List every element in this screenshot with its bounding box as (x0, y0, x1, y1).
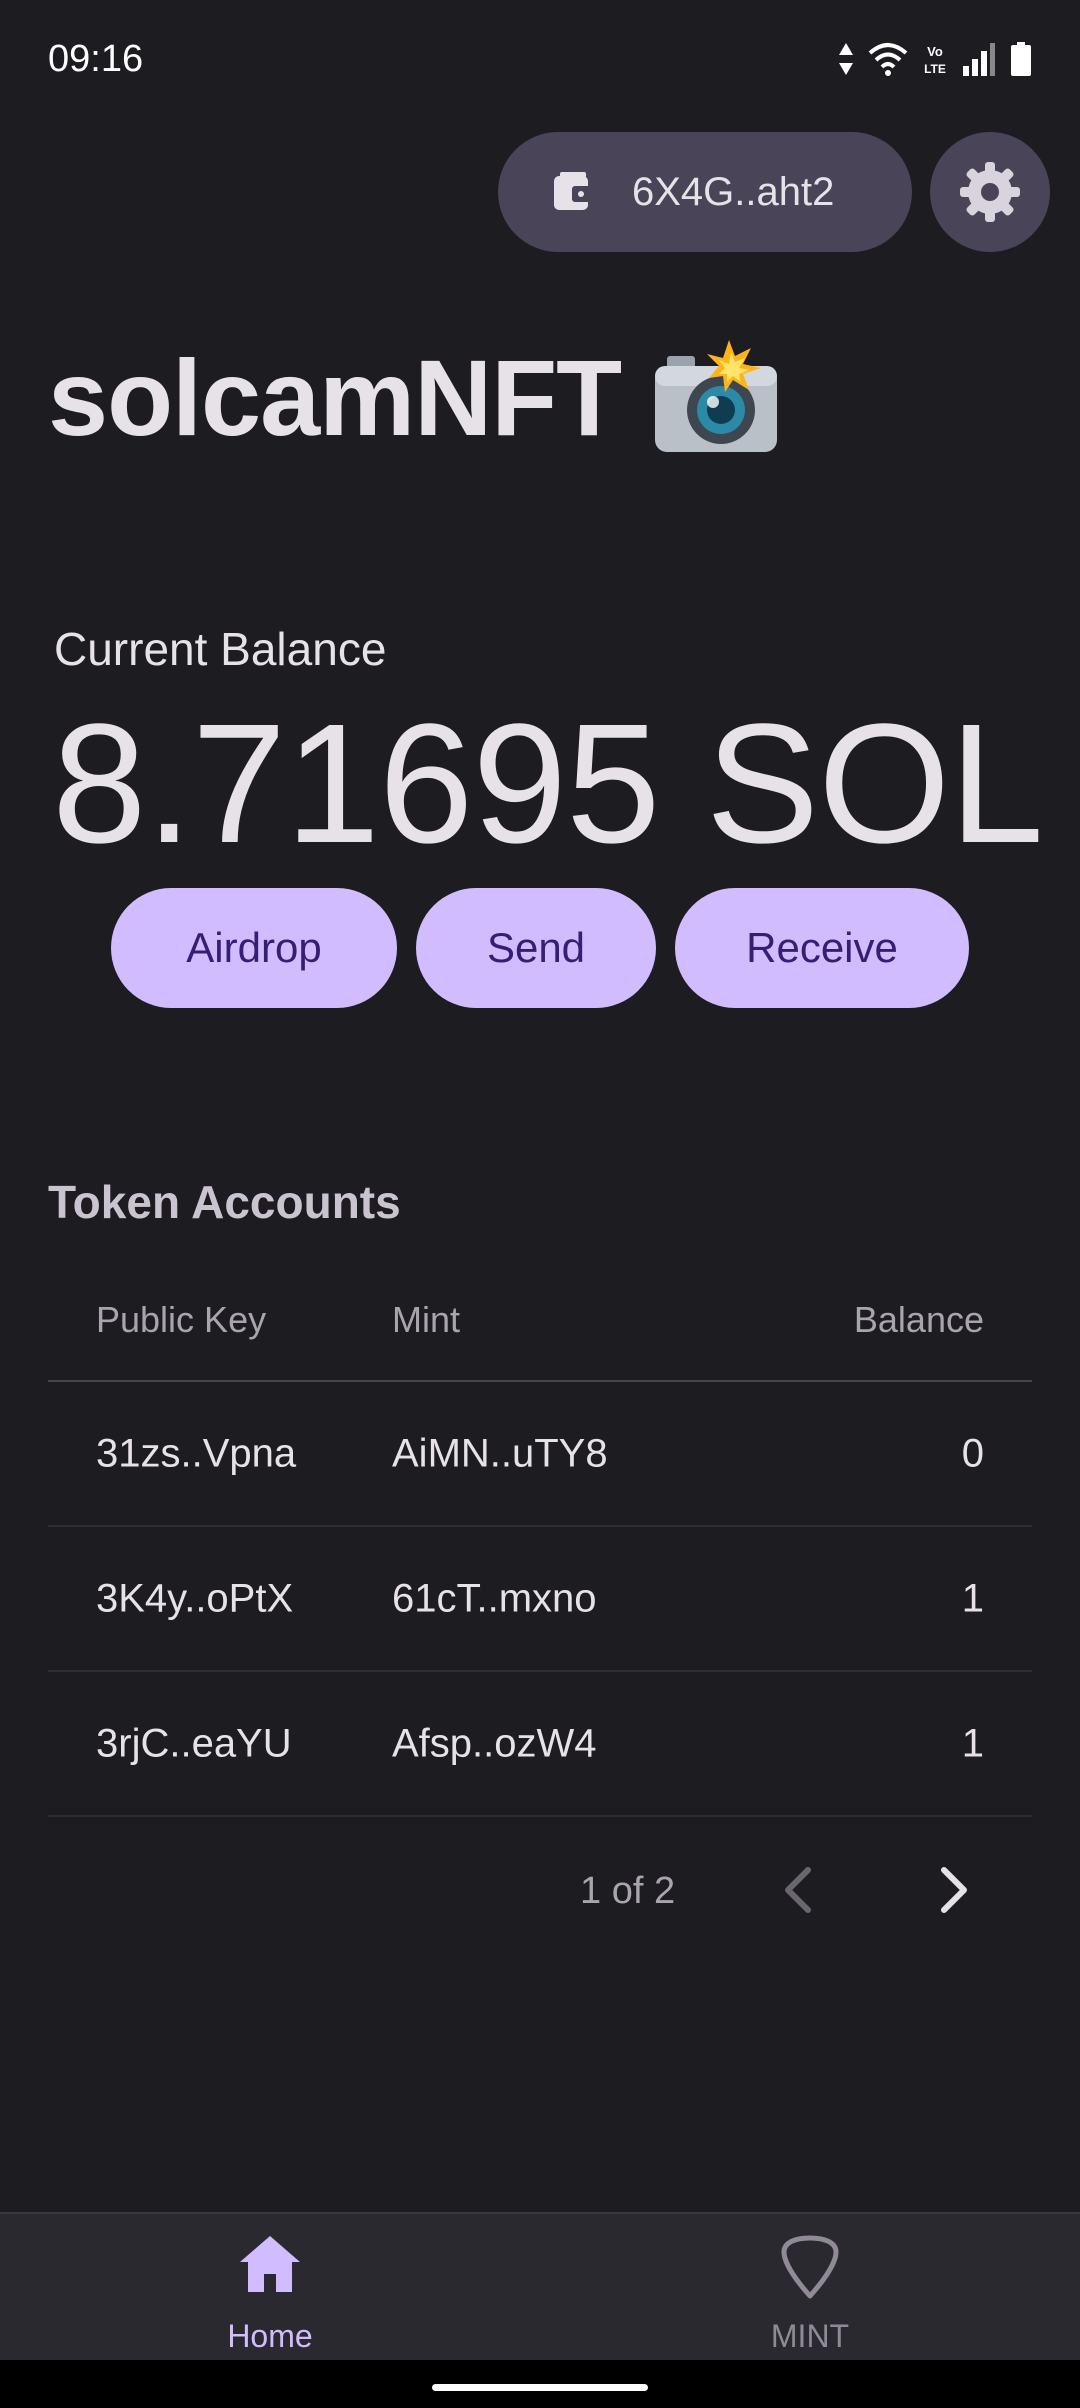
volte-icon: Vo LTE (924, 44, 946, 76)
status-time: 09:16 (48, 38, 144, 80)
row-public-key: 31zs..Vpna (96, 1431, 297, 1475)
wifi-icon (868, 43, 908, 76)
receive-button[interactable]: Receive (675, 888, 969, 1008)
column-header-balance: Balance (853, 1299, 984, 1340)
bottom-navigation: Home MINT (0, 2212, 1080, 2362)
svg-text:Vo: Vo (927, 44, 943, 59)
wallet-address-button[interactable]: 6X4G..aht2 (498, 132, 912, 252)
token-accounts-table: Public Key Mint Balance 31zs..Vpna AiMN.… (48, 1260, 1032, 1817)
pick-icon (781, 2235, 839, 2299)
row-public-key: 3K4y..oPtX (96, 1576, 294, 1620)
balance-label: Current Balance (54, 623, 387, 675)
balance-value: 8.71695 SOL (52, 689, 1044, 879)
airdrop-button[interactable]: Airdrop (111, 888, 397, 1008)
send-button[interactable]: Send (416, 888, 656, 1008)
row-mint: Afsp..ozW4 (392, 1721, 597, 1765)
status-bar: 09:16 Vo LTE (0, 0, 1080, 120)
nav-item-mint[interactable]: MINT (540, 2214, 1080, 2362)
row-public-key: 3rjC..eaYU (96, 1721, 292, 1765)
camera-flash-icon (655, 339, 778, 452)
settings-button[interactable] (930, 132, 1050, 252)
app-title-text: solcamNFT (48, 337, 622, 458)
nav-label-home: Home (227, 2318, 313, 2354)
battery-icon (1011, 42, 1031, 76)
table-row[interactable]: 3K4y..oPtX 61cT..mxno 1 (48, 1527, 1032, 1672)
data-arrows-icon (839, 43, 853, 75)
row-mint: AiMN..uTY8 (392, 1431, 608, 1475)
signal-icon (963, 43, 995, 76)
row-balance: 1 (961, 1576, 984, 1620)
app-title: solcamNFT (48, 335, 781, 460)
wallet-address: 6X4G..aht2 (632, 169, 835, 214)
row-mint: 61cT..mxno (392, 1576, 597, 1620)
table-row[interactable]: 31zs..Vpna AiMN..uTY8 0 (48, 1382, 1032, 1527)
gear-icon (960, 162, 1020, 222)
column-header-mint: Mint (392, 1299, 461, 1340)
token-accounts-title: Token Accounts (48, 1176, 401, 1228)
chevron-left-icon[interactable] (776, 1862, 820, 1918)
status-icons: Vo LTE (838, 36, 1032, 82)
pagination-label: 1 of 2 (580, 1870, 676, 1912)
nav-label-mint: MINT (770, 2318, 850, 2354)
svg-text:LTE: LTE (924, 62, 946, 76)
row-balance: 1 (961, 1721, 984, 1765)
wallet-icon (554, 172, 594, 210)
column-header-public-key: Public Key (96, 1299, 267, 1340)
nav-item-home[interactable]: Home (0, 2214, 540, 2362)
row-balance: 0 (961, 1431, 984, 1475)
table-row[interactable]: 3rjC..eaYU Afsp..ozW4 1 (48, 1672, 1032, 1817)
chevron-right-icon[interactable] (932, 1862, 976, 1918)
table-header: Public Key Mint Balance (48, 1260, 1032, 1382)
home-icon (240, 2236, 300, 2292)
gesture-handle[interactable] (432, 2384, 648, 2391)
